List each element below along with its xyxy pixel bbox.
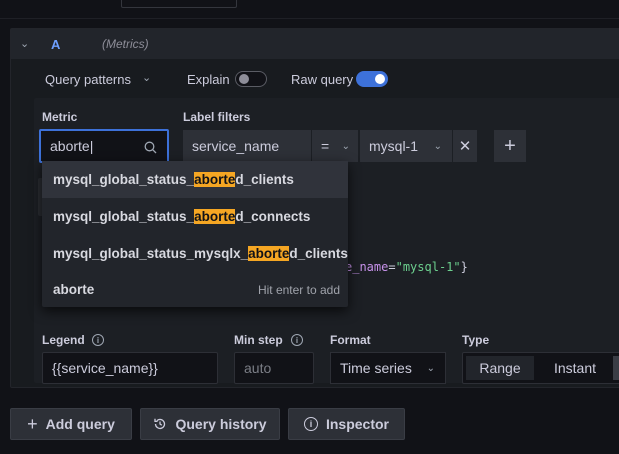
explain-label: Explain <box>187 72 230 87</box>
query-patterns-dropdown[interactable]: Query patterns <box>45 72 131 87</box>
suggestion-item[interactable]: mysql_global_status_ aborte d_connects <box>42 198 348 235</box>
history-icon <box>154 418 166 430</box>
close-icon: ✕ <box>458 138 472 155</box>
raw-query-toggle[interactable] <box>356 71 388 87</box>
label-value-value: mysql-1 <box>369 138 419 154</box>
type-label: Type <box>462 333 490 347</box>
raw-query-preview: e_name="mysql-1"} <box>345 260 468 274</box>
chevron-down-icon: ⌄ <box>341 140 350 152</box>
raw-query-label: Raw query <box>291 72 354 87</box>
format-value: Time series <box>340 360 412 376</box>
min-step-label: Min step <box>234 333 283 347</box>
raw-query-key: e_name <box>345 260 389 274</box>
format-label: Format <box>330 333 371 347</box>
top-input-remnant <box>121 0 237 8</box>
toggle-knob <box>239 74 249 84</box>
type-instant-option[interactable]: Instant <box>538 356 612 380</box>
info-icon[interactable]: i <box>92 334 104 346</box>
raw-query-value: "mysql-1" <box>395 260 461 274</box>
info-icon[interactable]: i <box>291 334 303 346</box>
inspector-button[interactable]: i Inspector <box>288 408 405 440</box>
inspector-label: Inspector <box>325 416 389 432</box>
legend-input[interactable]: {{service_name}} <box>42 352 218 384</box>
suggestion-custom-value[interactable]: aborte Hit enter to add <box>42 271 348 308</box>
suggestion-prefix: mysql_global_status_ <box>53 209 195 224</box>
plus-icon: + <box>504 134 516 157</box>
type-radio-group: Range Instant <box>462 352 619 384</box>
chevron-down-icon: ⌄ <box>426 362 435 374</box>
min-step-input[interactable]: auto <box>234 352 314 384</box>
raw-query-eq: = <box>388 260 396 274</box>
metric-suggestions-dropdown: mysql_global_status_ aborte d_clients mysq… <box>42 161 348 307</box>
add-query-label: Add query <box>45 416 115 432</box>
query-letter[interactable]: A <box>51 37 60 52</box>
suggestion-prefix: mysql_global_status_ <box>53 172 195 187</box>
format-select[interactable]: Time series ⌄ <box>330 352 446 384</box>
suggestion-match: aborte <box>248 246 290 261</box>
text-cursor: | <box>89 138 94 154</box>
suggestion-item[interactable]: mysql_global_status_ aborte d_clients <box>42 161 348 198</box>
add-query-button[interactable]: + Add query <box>10 408 132 440</box>
label-key-select[interactable]: service_name <box>183 130 311 162</box>
suggestion-match: aborte <box>194 209 236 224</box>
raw-query-close: } <box>460 260 468 274</box>
metric-search-input[interactable]: aborte | <box>39 129 169 163</box>
label-value-select[interactable]: mysql-1 ⌄ <box>360 130 452 162</box>
metric-label: Metric <box>42 110 78 124</box>
toggle-knob <box>375 74 385 84</box>
suggestion-item[interactable]: mysql_global_status_mysqlx_ aborte d_clien… <box>42 235 348 272</box>
label-filters-label: Label filters <box>183 110 251 124</box>
operator-select[interactable]: = ⌄ <box>312 130 358 162</box>
search-icon <box>144 141 157 154</box>
chevron-down-icon: ⌄ <box>433 140 442 152</box>
label-key-value: service_name <box>192 138 280 154</box>
query-datasource: (Metrics) <box>102 37 149 51</box>
legend-input-value: {{service_name}} <box>52 360 158 376</box>
suggestion-suffix: d_connects <box>235 209 311 224</box>
add-filter-button[interactable]: + <box>494 130 526 162</box>
query-patterns-chevron-icon[interactable]: ⌄ <box>142 71 151 84</box>
type-both-option[interactable] <box>613 356 619 380</box>
suggestion-suffix: d_clients <box>235 172 294 187</box>
divider <box>0 18 619 19</box>
legend-label: Legend <box>42 333 85 347</box>
suggestion-suffix: d_clients <box>289 246 348 261</box>
type-range-option[interactable]: Range <box>466 356 534 380</box>
suggestion-prefix: mysql_global_status_mysqlx_ <box>53 246 249 261</box>
suggestion-prefix: aborte <box>53 282 95 297</box>
query-history-label: Query history <box>175 416 267 432</box>
suggestion-hint: Hit enter to add <box>257 282 340 297</box>
remove-filter-button[interactable]: ✕ <box>453 130 477 162</box>
query-history-button[interactable]: Query history <box>140 408 280 440</box>
min-step-placeholder: auto <box>244 360 272 376</box>
collapse-chevron-icon[interactable]: ⌄ <box>20 37 29 50</box>
operator-value: = <box>321 138 330 154</box>
metric-input-value: aborte <box>50 138 90 154</box>
info-icon: i <box>303 417 318 431</box>
suggestion-match: aborte <box>194 172 236 187</box>
explain-toggle[interactable] <box>235 71 267 87</box>
plus-icon: + <box>27 413 38 434</box>
